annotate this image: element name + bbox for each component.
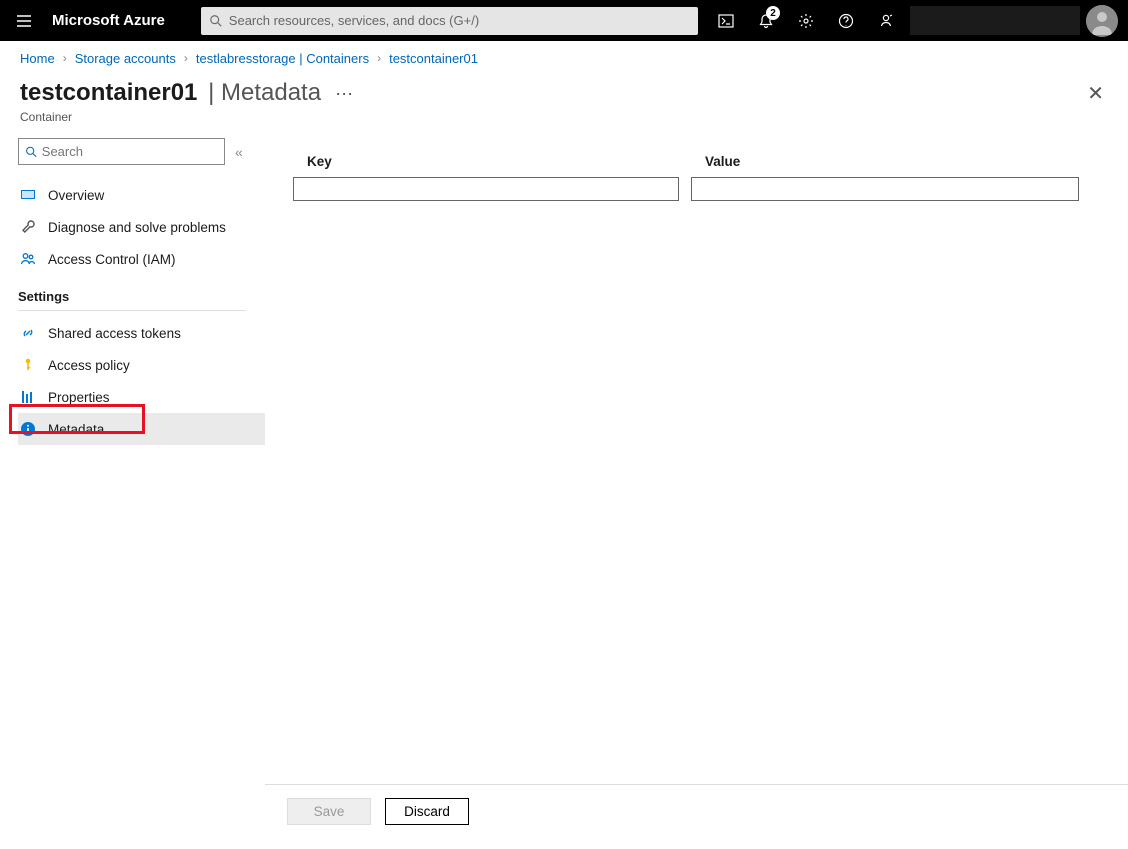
sidebar-section-settings: Settings [18, 289, 246, 311]
gear-icon [798, 13, 814, 29]
breadcrumb: Home › Storage accounts › testlabresstor… [0, 41, 1128, 75]
breadcrumb-storage-accounts[interactable]: Storage accounts [75, 51, 176, 66]
notifications-button[interactable]: 2 [746, 0, 786, 41]
wrench-icon [20, 219, 36, 235]
menu-toggle-button[interactable] [0, 0, 48, 41]
search-icon [209, 14, 223, 28]
chevron-right-icon: › [63, 51, 67, 65]
feedback-button[interactable] [866, 0, 906, 41]
sidebar-item-properties[interactable]: Properties [18, 381, 246, 413]
global-search-input[interactable] [229, 13, 690, 28]
chevron-right-icon: › [184, 51, 188, 65]
people-icon [20, 251, 36, 267]
breadcrumb-container[interactable]: testcontainer01 [389, 51, 478, 66]
sidebar-search-input[interactable] [42, 144, 218, 159]
cloud-shell-button[interactable] [706, 0, 746, 41]
account-info-placeholder [910, 6, 1080, 35]
top-bar: Microsoft Azure 2 [0, 0, 1128, 41]
main-content: Key Value Save Discard [265, 134, 1128, 838]
sidebar-item-label: Metadata [48, 422, 104, 437]
page-subtitle: Container [0, 110, 1128, 134]
more-actions-button[interactable]: ⋯ [335, 84, 355, 105]
page-title-row: testcontainer01 | Metadata ⋯ ✕ [0, 75, 1128, 110]
sidebar-item-label: Properties [48, 390, 110, 405]
cloud-shell-icon [718, 13, 734, 29]
help-button[interactable] [826, 0, 866, 41]
body: « Overview Diagnose and solve problems A… [0, 134, 1128, 838]
page-title-section: | Metadata [201, 79, 321, 107]
sidebar-item-diagnose[interactable]: Diagnose and solve problems [18, 211, 246, 243]
sidebar-menu: Overview Diagnose and solve problems Acc… [18, 179, 246, 445]
breadcrumb-storage-container-list[interactable]: testlabresstorage | Containers [196, 51, 369, 66]
help-icon [838, 13, 854, 29]
sidebar-search[interactable] [18, 138, 225, 165]
column-header-value: Value [691, 154, 1100, 169]
discard-button[interactable]: Discard [385, 798, 469, 825]
metadata-row [265, 177, 1128, 201]
metadata-value-input[interactable] [691, 177, 1079, 201]
brand-label: Microsoft Azure [48, 12, 185, 29]
notification-badge: 2 [766, 6, 780, 20]
collapse-sidebar-button[interactable]: « [235, 144, 243, 160]
global-search[interactable] [201, 7, 698, 35]
sidebar-item-label: Overview [48, 188, 104, 203]
key-icon [20, 357, 36, 373]
close-blade-button[interactable]: ✕ [1083, 77, 1108, 110]
sidebar-item-label: Access policy [48, 358, 130, 373]
metadata-grid-header: Key Value [265, 134, 1128, 177]
metadata-key-input[interactable] [293, 177, 679, 201]
sidebar-item-shared-access-tokens[interactable]: Shared access tokens [18, 317, 246, 349]
sidebar-item-overview[interactable]: Overview [18, 179, 246, 211]
sidebar-item-label: Diagnose and solve problems [48, 220, 226, 235]
breadcrumb-home[interactable]: Home [20, 51, 55, 66]
sidebar-item-access-policy[interactable]: Access policy [18, 349, 246, 381]
sidebar-item-label: Access Control (IAM) [48, 252, 176, 267]
feedback-icon [878, 13, 894, 29]
info-icon [20, 421, 36, 437]
settings-button[interactable] [786, 0, 826, 41]
properties-icon [20, 389, 36, 405]
overview-icon [20, 187, 36, 203]
chevron-right-icon: › [377, 51, 381, 65]
page-title: testcontainer01 [20, 79, 197, 107]
avatar-icon [1086, 5, 1118, 37]
column-header-key: Key [293, 154, 691, 169]
top-icon-bar: 2 [706, 0, 1128, 41]
hamburger-icon [16, 13, 32, 29]
user-avatar[interactable] [1086, 5, 1118, 37]
sidebar-item-metadata[interactable]: Metadata [18, 413, 265, 445]
sidebar-item-label: Shared access tokens [48, 326, 181, 341]
footer-actions: Save Discard [265, 784, 1128, 838]
sidebar: « Overview Diagnose and solve problems A… [0, 134, 265, 838]
sidebar-item-iam[interactable]: Access Control (IAM) [18, 243, 246, 275]
search-icon [25, 145, 38, 159]
link-icon [20, 325, 36, 341]
save-button[interactable]: Save [287, 798, 371, 825]
